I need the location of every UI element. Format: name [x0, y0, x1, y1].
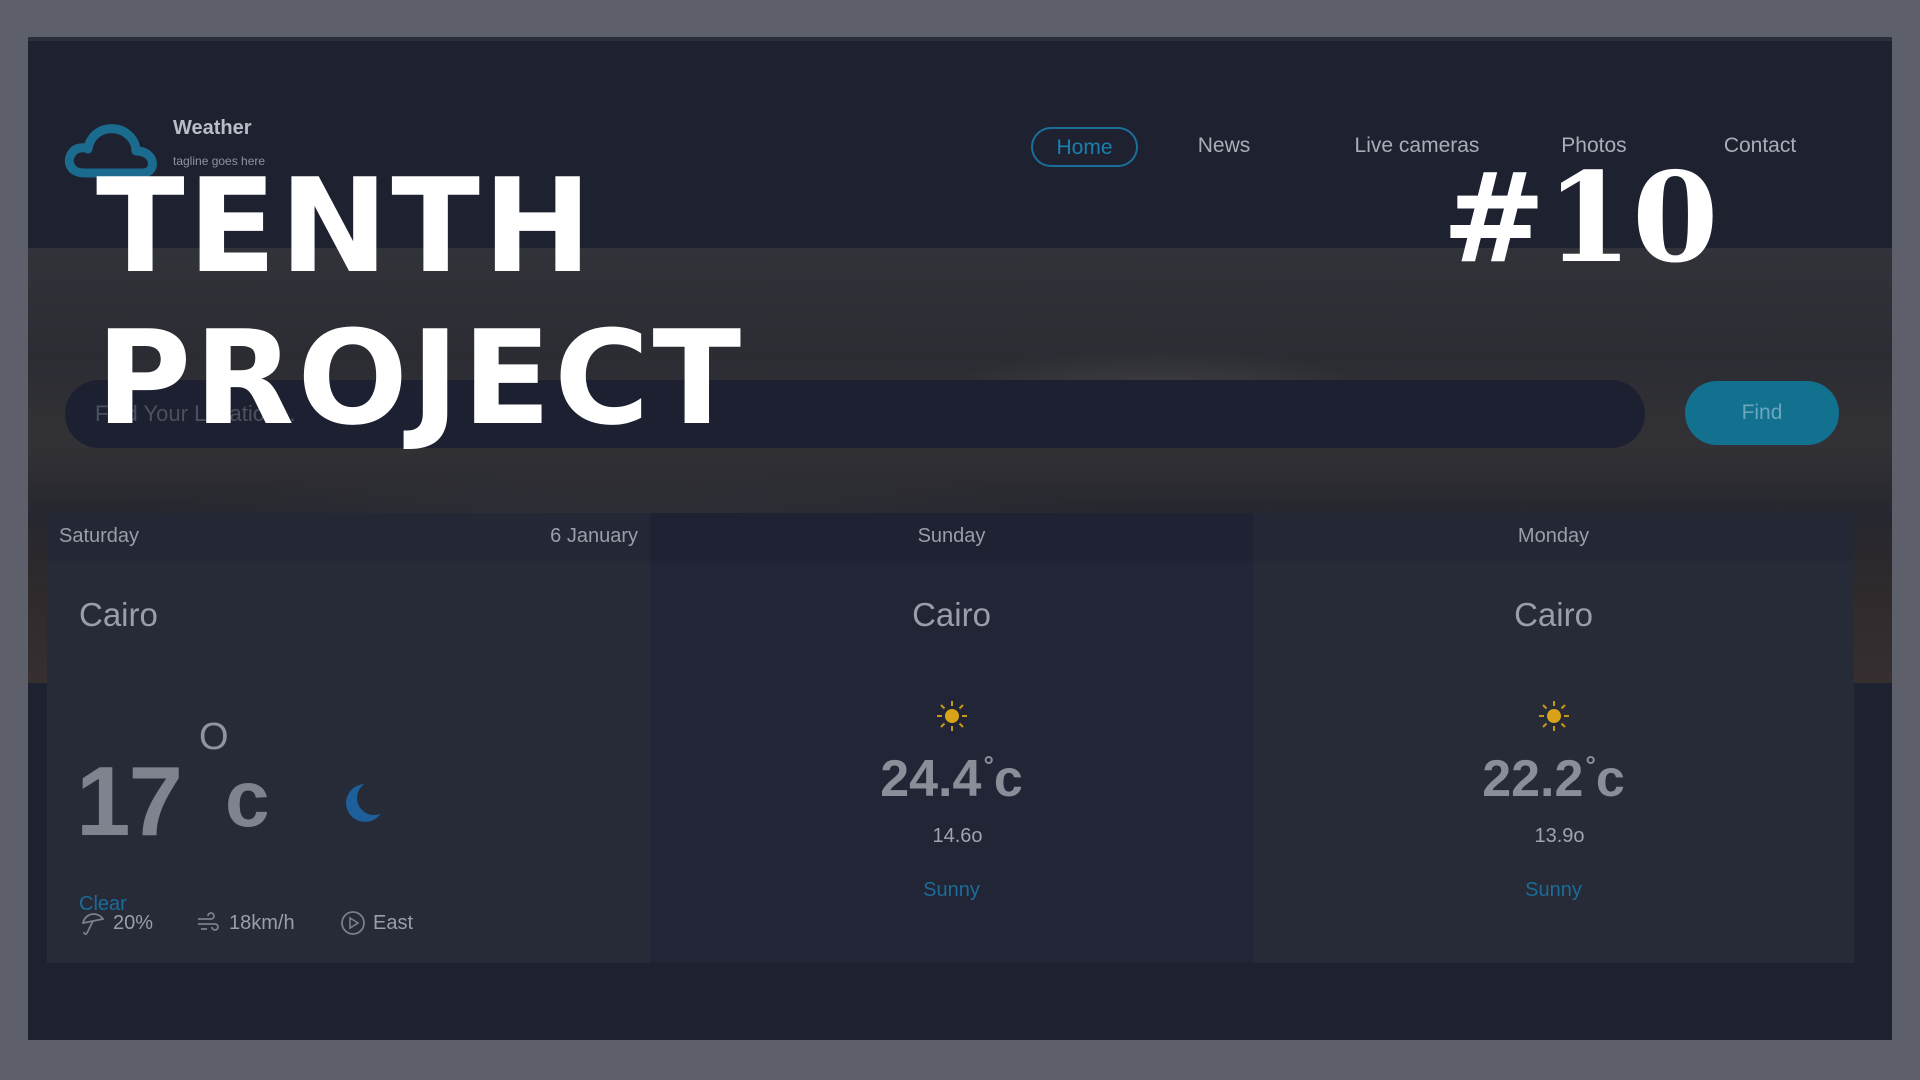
min-temperature: 13.9o: [1534, 825, 1585, 847]
forecast-card-day-3: Monday Cairo 22.2°c 13.9o Sunny: [1253, 513, 1854, 963]
card-header: Sunday: [650, 513, 1253, 561]
nav-home[interactable]: Home: [1031, 127, 1138, 167]
overlay-title-line-2: PROJECT: [96, 302, 745, 454]
compass-icon: [341, 911, 365, 935]
degree-symbol: °: [1585, 750, 1596, 780]
min-temperature: 14.6o: [932, 825, 983, 847]
condition-text: Sunny: [923, 879, 980, 901]
day-label: Sunday: [917, 525, 986, 547]
wind-speed-value: 18km/h: [229, 911, 295, 934]
condition-text: Sunny: [1525, 879, 1582, 901]
temperature-unit: c: [993, 750, 1023, 808]
city-name: Cairo: [912, 596, 991, 633]
day-label: Saturday: [59, 525, 140, 547]
max-temperature-value: 22.2: [1482, 750, 1584, 808]
temperature-unit: c: [1595, 750, 1625, 808]
max-temperature-value: 24.4: [880, 750, 982, 808]
wind-direction-value: East: [373, 911, 414, 934]
umbrella-icon: [81, 913, 105, 935]
degree-symbol: °: [983, 750, 994, 780]
overlay-title: TENTH PROJECT: [96, 150, 744, 454]
card-header: Monday: [1253, 513, 1854, 561]
day-label: Monday: [1517, 525, 1590, 547]
nav-contact[interactable]: Contact: [1716, 127, 1804, 167]
wind-direction-stat: East: [339, 909, 413, 937]
date-label: 6 January: [550, 525, 638, 547]
card-header: Saturday 6 January: [47, 513, 650, 561]
current-temperature: 17: [76, 746, 183, 856]
top-border: [28, 37, 1892, 41]
wind-icon: [198, 912, 219, 931]
wind-speed-stat: 18km/h: [195, 909, 295, 937]
forecast-table: Saturday 6 January Cairo O 17 c Clear 20…: [47, 513, 1854, 963]
temperature-unit: c: [225, 754, 270, 843]
logo-title[interactable]: Weather: [173, 117, 252, 140]
forecast-card-today: Saturday 6 January Cairo O 17 c Clear 20…: [47, 513, 650, 963]
moon-icon: [346, 781, 387, 822]
nav-news[interactable]: News: [1188, 127, 1260, 167]
humidity-value: 20%: [113, 911, 154, 934]
max-temperature: 24.4°c: [650, 749, 1253, 809]
sun-icon: [1539, 701, 1569, 731]
find-button[interactable]: Find: [1685, 381, 1839, 445]
city-name: Cairo: [1514, 596, 1593, 633]
forecast-card-day-2: Sunday Cairo 24.4°c 14.6o Sunny: [650, 513, 1253, 963]
city-name: Cairo: [79, 596, 158, 633]
overlay-number: #10: [1442, 146, 1719, 291]
max-temperature: 22.2°c: [1253, 749, 1854, 809]
humidity-stat: 20%: [79, 909, 153, 937]
overlay-title-line-1: TENTH: [96, 150, 595, 302]
sun-icon: [937, 701, 967, 731]
